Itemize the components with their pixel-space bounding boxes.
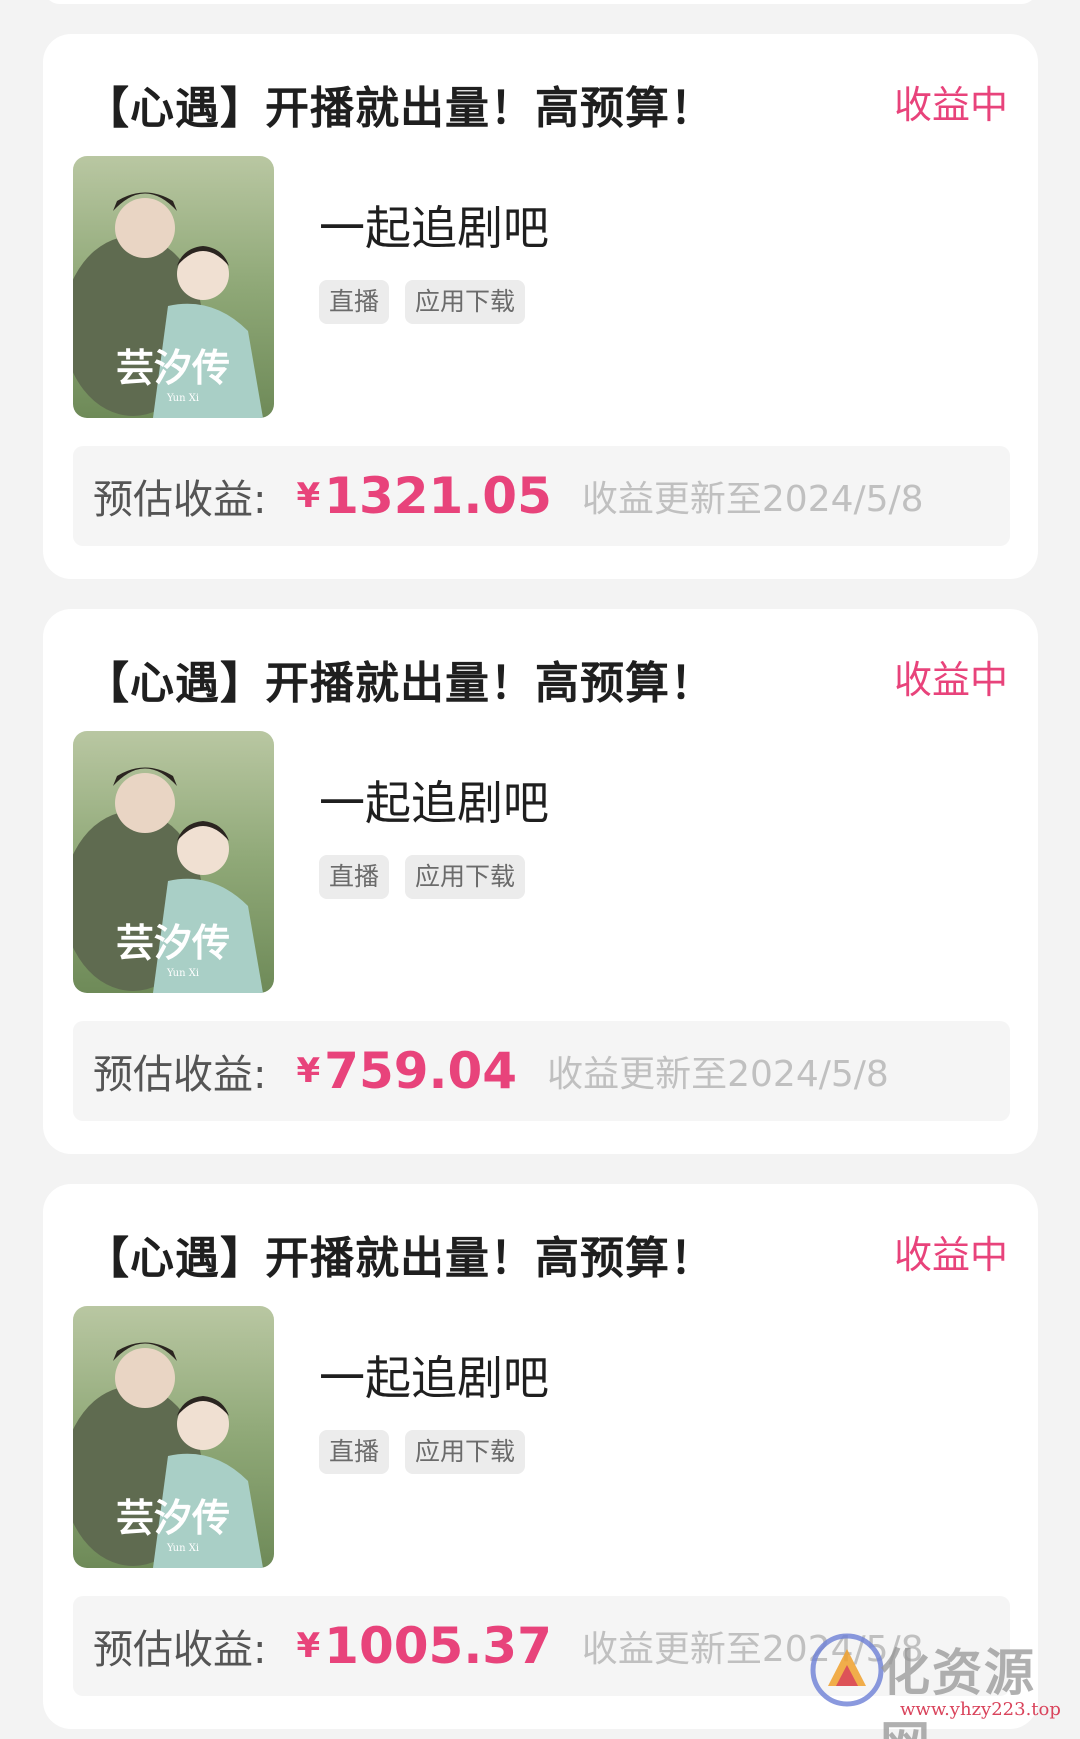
- cover-subtitle-text: Yun Xi: [166, 1543, 199, 1554]
- status-badge: 收益中: [893, 83, 1008, 127]
- previous-card-edge: [43, 0, 1038, 4]
- task-title: 【心遇】开播就出量！高预算！: [85, 658, 715, 709]
- task-title: 【心遇】开播就出量！高预算！: [85, 83, 715, 134]
- watermark-url: www.yhzy223.top: [900, 1699, 1061, 1720]
- cover-title-text: 芸汐传: [116, 1495, 230, 1540]
- tag-list: 直播 应用下载: [319, 855, 526, 899]
- watermark-text: 化资源网: [880, 1643, 1036, 1739]
- earnings-bar: 预估收益: ¥ 1321.05 收益更新至2024/5/8: [73, 446, 1010, 546]
- tag-live: 直播: [319, 280, 390, 324]
- status-badge: 收益中: [893, 658, 1008, 702]
- tag-app-download: 应用下载: [405, 855, 526, 899]
- tag-app-download: 应用下载: [405, 280, 526, 324]
- tag-list: 直播 应用下载: [319, 1430, 526, 1474]
- currency-symbol: ¥: [296, 1626, 321, 1666]
- cover-title-text: 芸汐传: [116, 345, 230, 390]
- page: 【心遇】开播就出量！高预算！ 收益中 芸汐传 Yun Xi 一起追剧吧 直播 应…: [0, 0, 1080, 1739]
- tag-list: 直播 应用下载: [319, 280, 526, 324]
- task-title: 【心遇】开播就出量！高预算！: [85, 1233, 715, 1284]
- cover-subtitle-text: Yun Xi: [166, 393, 199, 404]
- app-name: 一起追剧吧: [319, 776, 549, 830]
- tag-live: 直播: [319, 855, 390, 899]
- earnings-label: 预估收益:: [93, 1627, 267, 1673]
- drama-cover-image[interactable]: 芸汐传 Yun Xi: [73, 731, 274, 993]
- cover-title-text: 芸汐传: [116, 920, 230, 965]
- earnings-value: 1005.37: [324, 1617, 552, 1675]
- earnings-update-date: 收益更新至2024/5/8: [581, 479, 924, 520]
- watermark: 化资源网 www.yhzy223.top: [808, 1627, 1068, 1739]
- status-badge: 收益中: [893, 1233, 1008, 1277]
- task-card[interactable]: 【心遇】开播就出量！高预算！ 收益中 芸汐传 Yun Xi 一起追剧吧 直播 应…: [43, 34, 1038, 579]
- watermark-logo-icon: [810, 1633, 884, 1707]
- task-card[interactable]: 【心遇】开播就出量！高预算！ 收益中 芸汐传 Yun Xi 一起追剧吧 直播 应…: [43, 609, 1038, 1154]
- currency-symbol: ¥: [296, 1051, 321, 1091]
- earnings-label: 预估收益:: [93, 1052, 267, 1098]
- drama-cover-image[interactable]: 芸汐传 Yun Xi: [73, 156, 274, 418]
- drama-cover-image[interactable]: 芸汐传 Yun Xi: [73, 1306, 274, 1568]
- cover-subtitle-text: Yun Xi: [166, 968, 199, 979]
- earnings-bar: 预估收益: ¥ 759.04 收益更新至2024/5/8: [73, 1021, 1010, 1121]
- tag-live: 直播: [319, 1430, 390, 1474]
- earnings-label: 预估收益:: [93, 477, 267, 523]
- earnings-update-date: 收益更新至2024/5/8: [547, 1054, 889, 1095]
- earnings-value: 759.04: [324, 1042, 518, 1100]
- tag-app-download: 应用下载: [405, 1430, 526, 1474]
- app-name: 一起追剧吧: [319, 201, 549, 255]
- earnings-value: 1321.05: [324, 467, 552, 525]
- app-name: 一起追剧吧: [319, 1351, 549, 1405]
- currency-symbol: ¥: [296, 476, 321, 516]
